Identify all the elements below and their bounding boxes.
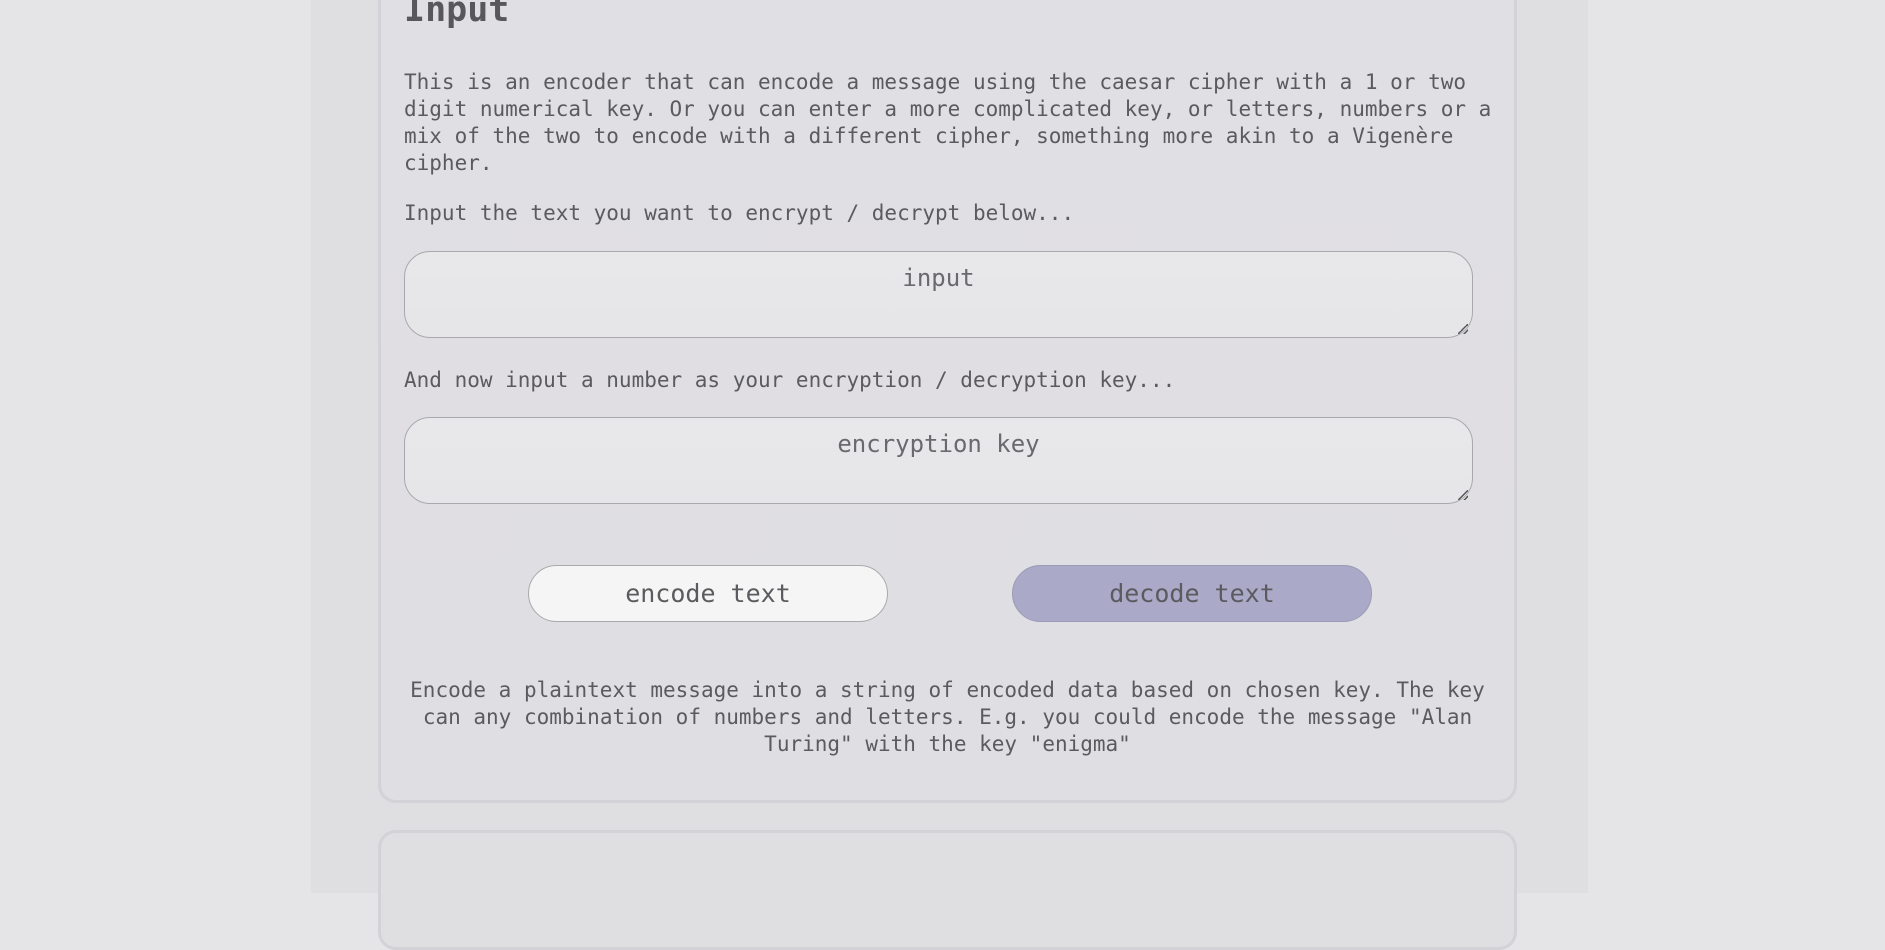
message-input[interactable]: input xyxy=(404,251,1473,338)
key-prompt: And now input a number as your encryptio… xyxy=(404,368,1176,392)
decode-button[interactable]: decode text xyxy=(1012,565,1372,622)
encode-button[interactable]: encode text xyxy=(528,565,888,622)
resize-grip-icon[interactable] xyxy=(1458,324,1468,334)
resize-grip-icon[interactable] xyxy=(1458,490,1468,500)
message-input-placeholder: input xyxy=(902,264,975,292)
output-card xyxy=(378,830,1517,950)
intro-text: This is an encoder that can encode a mes… xyxy=(404,70,1504,175)
mode-description: Encode a plaintext message into a string… xyxy=(410,678,1485,756)
text-prompt: Input the text you want to encrypt / dec… xyxy=(404,201,1075,225)
encryption-key-placeholder: encryption key xyxy=(837,430,1040,458)
encryption-key-input[interactable]: encryption key xyxy=(404,417,1473,504)
section-title: Input xyxy=(404,0,510,30)
